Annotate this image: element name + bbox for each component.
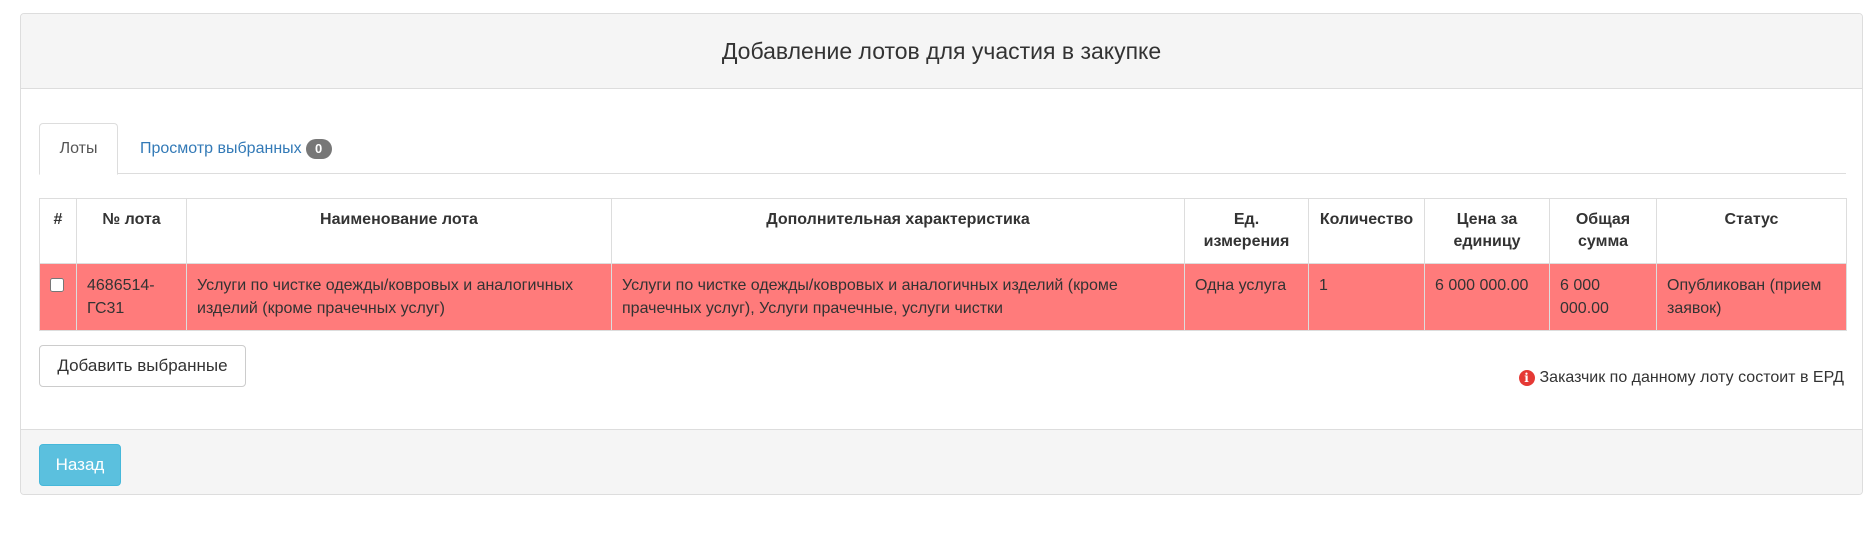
header-extra: Дополнительная характеристика	[611, 198, 1185, 264]
tab-view-selected[interactable]: Просмотр выбранных 0	[140, 123, 332, 174]
erd-notice: i Заказчик по данному лоту состоит в ЕРД	[1518, 369, 1845, 387]
panel-footer: Назад	[21, 429, 1862, 494]
header-lot-name: Наименование лота	[186, 198, 612, 264]
header-qty: Количество	[1308, 198, 1425, 264]
header-check: #	[39, 198, 77, 264]
cell-lot-name: Услуги по чистке одежды/ковровых и анало…	[186, 263, 612, 331]
header-price: Цена за единицу	[1424, 198, 1550, 264]
cell-status: Опубликован (прием заявок)	[1656, 263, 1847, 331]
tab-view-selected-label: Просмотр выбранных	[140, 139, 302, 157]
table-row[interactable]: 4686514-ГС31 Услуги по чистке одежды/ков…	[39, 263, 1847, 331]
cell-unit: Одна услуга	[1184, 263, 1309, 331]
cell-qty: 1	[1308, 263, 1425, 331]
panel-body: Лоты Просмотр выбранных 0 # № лота Наиме…	[21, 89, 1862, 429]
header-lot-no: № лота	[76, 198, 187, 264]
header-total: Общая сумма	[1549, 198, 1657, 264]
lots-panel: Добавление лотов для участия в закупке Л…	[20, 13, 1863, 495]
panel-heading: Добавление лотов для участия в закупке	[21, 14, 1862, 89]
erd-notice-text: Заказчик по данному лоту состоит в ЕРД	[1539, 369, 1845, 386]
cell-lot-no: 4686514-ГС31	[76, 263, 187, 331]
back-button[interactable]: Назад	[39, 444, 121, 486]
selected-count-badge: 0	[305, 138, 332, 159]
page-title: Добавление лотов для участия в закупке	[721, 37, 1162, 64]
add-selected-button[interactable]: Добавить выбранные	[39, 345, 246, 387]
row-check-cell	[39, 263, 77, 331]
tab-lots-label: Лоты	[59, 140, 98, 157]
info-icon: i	[1518, 370, 1535, 386]
row-checkbox[interactable]	[50, 278, 64, 292]
cell-total: 6 000 000.00	[1549, 263, 1657, 331]
lots-table: # № лота Наименование лота Дополнительна…	[39, 198, 1847, 331]
header-status: Статус	[1656, 198, 1847, 264]
tab-lots[interactable]: Лоты	[39, 123, 118, 175]
header-unit: Ед. измерения	[1184, 198, 1309, 264]
cell-price: 6 000 000.00	[1424, 263, 1550, 331]
tab-bar: Лоты Просмотр выбранных 0	[39, 123, 1846, 175]
table-header-row: # № лота Наименование лота Дополнительна…	[39, 198, 1847, 264]
cell-extra: Услуги по чистке одежды/ковровых и анало…	[611, 263, 1185, 331]
